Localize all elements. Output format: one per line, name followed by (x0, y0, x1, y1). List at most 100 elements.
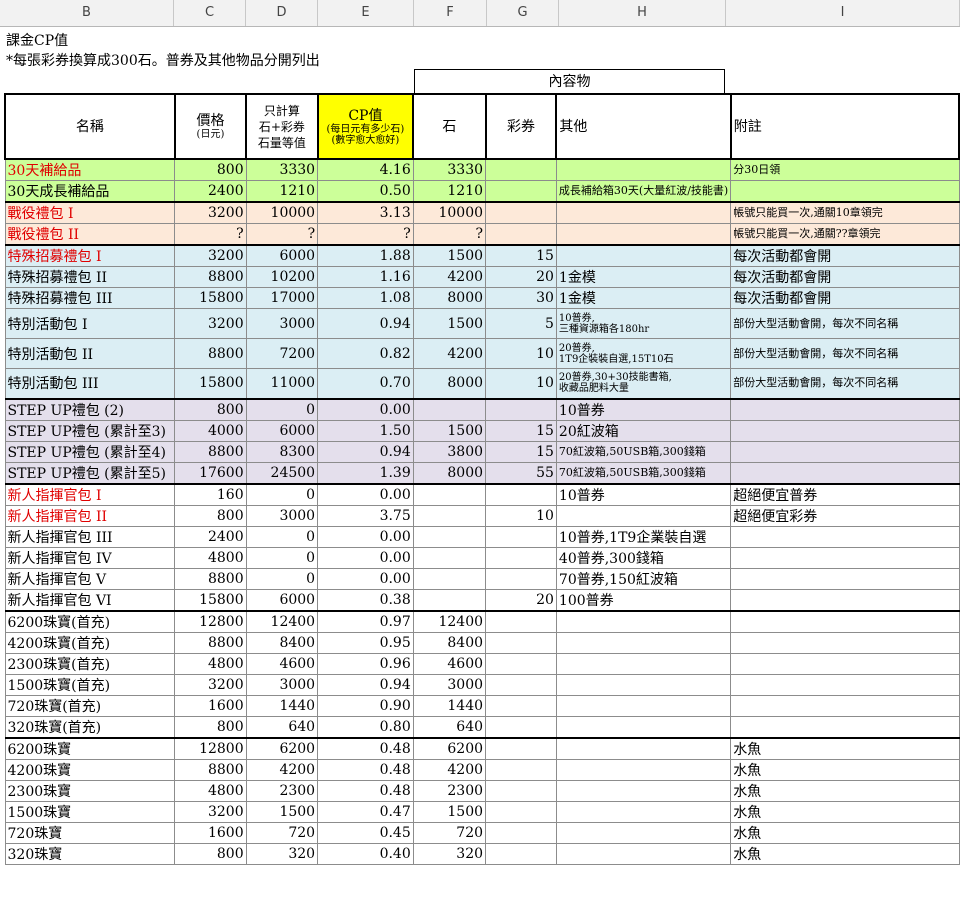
cell-other[interactable] (555, 694, 732, 717)
cell-equiv[interactable]: 1500 (245, 800, 319, 823)
header-note[interactable]: 附註 (729, 93, 960, 160)
cell-ticket[interactable]: 10 (485, 368, 557, 399)
cell-price[interactable]: 4800 (174, 779, 247, 802)
cell-equiv[interactable]: 0 (245, 546, 319, 569)
cell-stone[interactable] (412, 546, 487, 569)
cell-equiv[interactable]: 3330 (245, 158, 319, 181)
cell-price[interactable]: 1600 (174, 821, 247, 844)
cell-ticket[interactable] (485, 180, 557, 203)
cell-price[interactable]: 800 (174, 397, 247, 421)
cell-price[interactable]: 160 (174, 482, 247, 506)
cell-cp[interactable]: 0.00 (317, 525, 414, 548)
cell-other[interactable]: 10普券,1T9企業裝自選 (555, 525, 732, 548)
cell-name[interactable]: 特別活動包 II (4, 338, 176, 369)
cell-name[interactable]: 30天成長補給品 (4, 180, 176, 203)
cell-price[interactable]: 3200 (174, 201, 247, 224)
cell-note[interactable] (730, 525, 960, 548)
cell-stone[interactable]: 8400 (412, 631, 487, 654)
cell-price[interactable]: 15800 (174, 368, 247, 399)
cell-ticket[interactable]: 15 (485, 244, 557, 267)
cell-other[interactable] (555, 244, 732, 267)
cell-stone[interactable]: 4200 (412, 338, 487, 369)
cell-note[interactable] (730, 567, 960, 590)
cell-other[interactable] (555, 631, 732, 654)
cell-ticket[interactable] (485, 736, 557, 760)
column-header-f[interactable]: F (414, 0, 487, 26)
cell-price[interactable]: 2400 (174, 180, 247, 203)
cell-other[interactable]: 成長補給箱30天(大量紅波/技能書) (555, 180, 732, 203)
cell-name[interactable]: 戰役禮包 I (4, 201, 176, 224)
cell-note[interactable]: 部份大型活動會開，每次不同名稱 (730, 308, 960, 339)
column-header-d[interactable]: D (246, 0, 318, 26)
cell-note[interactable]: 超絕便宜普券 (730, 482, 960, 506)
cell-cp[interactable]: 0.50 (317, 180, 414, 203)
cell-name[interactable]: STEP UP禮包 (累計至5) (4, 461, 176, 484)
cell-price[interactable]: 4800 (174, 546, 247, 569)
cell-name[interactable]: 320珠寶 (4, 842, 176, 865)
cell-cp[interactable]: 4.16 (317, 158, 414, 181)
cell-stone[interactable]: ? (412, 223, 487, 246)
cell-cp[interactable]: 0.47 (317, 800, 414, 823)
cell-stone[interactable] (412, 588, 487, 611)
cell-note[interactable]: 水魚 (730, 736, 960, 760)
cell-equiv[interactable]: ? (245, 223, 319, 246)
cell-price[interactable]: 4800 (174, 652, 247, 675)
cell-cp[interactable]: 0.94 (317, 308, 414, 339)
cell-ticket[interactable] (485, 397, 557, 421)
cell-other[interactable]: 1金模 (555, 266, 732, 288)
cell-equiv[interactable]: 3000 (245, 308, 319, 339)
cell-equiv[interactable]: 0 (245, 397, 319, 421)
cell-other[interactable] (555, 800, 732, 823)
cell-other[interactable] (555, 758, 732, 781)
cell-ticket[interactable] (485, 694, 557, 717)
cell-price[interactable]: 3200 (174, 308, 247, 339)
cell-cp[interactable]: 1.50 (317, 419, 414, 442)
cell-note[interactable]: 帳號只能買一次,通關10章領完 (730, 201, 960, 224)
cell-name[interactable]: 1500珠寶(首充) (4, 673, 176, 696)
cell-other[interactable] (555, 652, 732, 675)
cell-note[interactable] (730, 631, 960, 654)
cell-ticket[interactable] (485, 631, 557, 654)
cell-note[interactable] (730, 546, 960, 569)
cell-note[interactable] (730, 419, 960, 442)
cell-other[interactable]: 10普券, 三種資源箱各180hr (555, 308, 732, 339)
cell-name[interactable]: 新人指揮官包 VI (4, 588, 176, 611)
cell-note[interactable]: 分30日領 (730, 158, 960, 181)
cell-name[interactable]: 戰役禮包 II (4, 223, 176, 246)
cell-name[interactable]: STEP UP禮包 (累計至4) (4, 440, 176, 463)
cell-other[interactable]: 20普券,30+30技能書箱, 收藏品肥料大量 (555, 368, 732, 399)
cell-ticket[interactable] (485, 800, 557, 823)
cell-cp[interactable]: 1.08 (317, 287, 414, 309)
cell-price[interactable]: 800 (174, 715, 247, 738)
cell-other[interactable] (555, 609, 732, 633)
header-equiv[interactable]: 只計算 石+彩券 石量等值 (245, 93, 319, 160)
cell-stone[interactable]: 3800 (412, 440, 487, 463)
cell-stone[interactable]: 1500 (412, 244, 487, 267)
cell-ticket[interactable] (485, 223, 557, 246)
cell-other[interactable]: 70普券,150紅波箱 (555, 567, 732, 590)
cell-equiv[interactable]: 1210 (245, 180, 319, 203)
cell-ticket[interactable] (485, 546, 557, 569)
cell-ticket[interactable] (485, 652, 557, 675)
cell-cp[interactable]: 1.88 (317, 244, 414, 267)
cell-ticket[interactable] (485, 715, 557, 738)
cell-price[interactable]: 8800 (174, 758, 247, 781)
cell-price[interactable]: 800 (174, 504, 247, 527)
cell-other[interactable] (555, 736, 732, 760)
cell-equiv[interactable]: 6000 (245, 588, 319, 611)
cell-other[interactable] (555, 715, 732, 738)
header-ticket[interactable]: 彩券 (484, 93, 558, 160)
cell-ticket[interactable] (485, 758, 557, 781)
cell-cp[interactable]: 0.97 (317, 609, 414, 633)
cell-price[interactable]: 15800 (174, 287, 247, 309)
cell-cp[interactable]: 0.48 (317, 758, 414, 781)
cell-stone[interactable]: 1210 (412, 180, 487, 203)
cell-equiv[interactable]: 0 (245, 567, 319, 590)
cell-name[interactable]: 特殊招募禮包 II (4, 266, 176, 288)
cell-note[interactable]: 超絕便宜彩券 (730, 504, 960, 527)
cell-note[interactable]: 每次活動都會開 (730, 287, 960, 309)
cell-note[interactable] (730, 440, 960, 463)
cell-name[interactable]: 新人指揮官包 I (4, 482, 176, 506)
cell-equiv[interactable]: 4600 (245, 652, 319, 675)
cell-equiv[interactable]: 6200 (245, 736, 319, 760)
